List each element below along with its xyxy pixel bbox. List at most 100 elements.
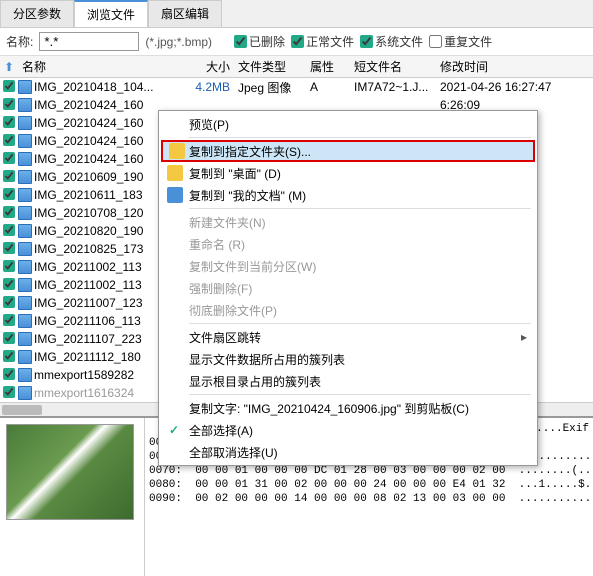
preview-image	[6, 424, 134, 520]
col-name[interactable]: 名称	[18, 58, 186, 75]
folder-icon	[167, 165, 183, 181]
row-checkbox[interactable]	[3, 134, 15, 146]
menu-show-data-clusters[interactable]: 显示文件数据所占用的簇列表	[161, 348, 535, 370]
image-file-icon	[18, 368, 32, 382]
tab-browse-files[interactable]: 浏览文件	[74, 0, 148, 27]
file-date: 2021-04-26 16:27:47	[440, 80, 593, 94]
ext-hint: (*.jpg;*.bmp)	[145, 35, 212, 49]
menu-perm-del: 彻底删除文件(P)	[161, 299, 535, 321]
row-checkbox[interactable]	[3, 242, 15, 254]
menu-copy-text[interactable]: 复制文字: "IMG_20210424_160906.jpg" 到剪贴板(C)	[161, 397, 535, 419]
file-name: IMG_20210418_104...	[34, 80, 153, 94]
image-file-icon	[18, 224, 32, 238]
file-name: IMG_20210820_190	[34, 224, 143, 238]
folder-icon	[169, 143, 185, 159]
scroll-thumb[interactable]	[2, 405, 42, 415]
image-file-icon	[18, 116, 32, 130]
chk-dup[interactable]: 重复文件	[429, 33, 492, 50]
menu-preview[interactable]: 预览(P)	[161, 113, 535, 135]
image-file-icon	[18, 242, 32, 256]
name-filter-input[interactable]	[39, 32, 139, 51]
row-checkbox[interactable]	[3, 116, 15, 128]
menu-copy-docs[interactable]: 复制到 "我的文档" (M)	[161, 184, 535, 206]
row-checkbox[interactable]	[3, 80, 15, 92]
menu-force-del: 强制删除(F)	[161, 277, 535, 299]
row-checkbox[interactable]	[3, 224, 15, 236]
file-name: IMG_20210825_173	[34, 242, 143, 256]
row-checkbox[interactable]	[3, 350, 15, 362]
menu-copy-cur-part: 复制文件到当前分区(W)	[161, 255, 535, 277]
image-file-icon	[18, 386, 32, 400]
file-size: 4.2MB	[186, 80, 238, 94]
file-name: mmexport1616324	[34, 386, 134, 400]
row-checkbox[interactable]	[3, 152, 15, 164]
preview-pane	[0, 418, 145, 576]
menu-new-folder: 新建文件夹(N)	[161, 211, 535, 233]
col-short[interactable]: 短文件名	[354, 58, 440, 75]
file-name: IMG_20211112_180	[34, 350, 141, 364]
file-name: IMG_20211002_113	[34, 260, 142, 274]
menu-deselect-all[interactable]: 全部取消选择(U)	[161, 441, 535, 463]
row-checkbox[interactable]	[3, 332, 15, 344]
file-type: Jpeg 图像	[238, 79, 310, 96]
filter-bar: 名称: (*.jpg;*.bmp) 已删除 正常文件 系统文件 重复文件	[0, 28, 593, 56]
check-icon: ✓	[169, 423, 179, 437]
row-checkbox[interactable]	[3, 188, 15, 200]
file-name: mmexport1589282	[34, 368, 134, 382]
image-file-icon	[18, 188, 32, 202]
col-size[interactable]: 大小	[186, 58, 238, 75]
chevron-right-icon: ▸	[521, 330, 527, 344]
row-checkbox[interactable]	[3, 368, 15, 380]
menu-rename: 重命名 (R)	[161, 233, 535, 255]
col-attr[interactable]: 属性	[310, 58, 354, 75]
tab-partition-params[interactable]: 分区参数	[0, 0, 74, 27]
image-file-icon	[18, 332, 32, 346]
chk-deleted[interactable]: 已删除	[234, 33, 285, 50]
up-icon[interactable]: ⬆	[0, 60, 18, 74]
row-checkbox[interactable]	[3, 278, 15, 290]
row-checkbox[interactable]	[3, 260, 15, 272]
column-headers: ⬆ 名称 大小 文件类型 属性 短文件名 修改时间	[0, 56, 593, 78]
file-name: IMG_20210609_190	[34, 170, 143, 184]
row-checkbox[interactable]	[3, 314, 15, 326]
row-checkbox[interactable]	[3, 170, 15, 182]
file-shortname: IM7A72~1.J...	[354, 80, 440, 94]
image-file-icon	[18, 296, 32, 310]
chk-normal[interactable]: 正常文件	[291, 33, 354, 50]
menu-show-root-clusters[interactable]: 显示根目录占用的簇列表	[161, 370, 535, 392]
row-checkbox[interactable]	[3, 386, 15, 398]
row-checkbox[interactable]	[3, 98, 15, 110]
row-checkbox[interactable]	[3, 296, 15, 308]
image-file-icon	[18, 350, 32, 364]
file-name: IMG_20211007_123	[34, 296, 143, 310]
file-attr: A	[310, 80, 354, 94]
folder-icon	[167, 187, 183, 203]
context-menu: 预览(P) 复制到指定文件夹(S)... 复制到 "桌面" (D) 复制到 "我…	[158, 110, 538, 466]
menu-copy-to-folder[interactable]: 复制到指定文件夹(S)...	[161, 140, 535, 162]
file-name: IMG_20211106_113	[34, 314, 141, 328]
menu-select-all[interactable]: ✓ 全部选择(A)	[161, 419, 535, 441]
menu-copy-desktop[interactable]: 复制到 "桌面" (D)	[161, 162, 535, 184]
file-name: IMG_20210611_183	[34, 188, 143, 202]
tab-sector-edit[interactable]: 扇区编辑	[148, 0, 222, 27]
tab-bar: 分区参数 浏览文件 扇区编辑	[0, 0, 593, 28]
chk-system[interactable]: 系统文件	[360, 33, 423, 50]
row-checkbox[interactable]	[3, 206, 15, 218]
col-type[interactable]: 文件类型	[238, 58, 310, 75]
file-name: IMG_20210424_160	[34, 152, 143, 166]
image-file-icon	[18, 152, 32, 166]
name-label: 名称:	[6, 33, 33, 50]
image-file-icon	[18, 170, 32, 184]
image-file-icon	[18, 80, 32, 94]
image-file-icon	[18, 314, 32, 328]
col-date[interactable]: 修改时间	[440, 58, 593, 75]
menu-sector-jump[interactable]: 文件扇区跳转▸	[161, 326, 535, 348]
file-name: IMG_20211002_113	[34, 278, 142, 292]
image-file-icon	[18, 278, 32, 292]
image-file-icon	[18, 206, 32, 220]
image-file-icon	[18, 134, 32, 148]
file-name: IMG_20210424_160	[34, 98, 143, 112]
table-row[interactable]: IMG_20210418_104... 4.2MBJpeg 图像AIM7A72~1…	[0, 78, 593, 96]
image-file-icon	[18, 98, 32, 112]
image-file-icon	[18, 260, 32, 274]
